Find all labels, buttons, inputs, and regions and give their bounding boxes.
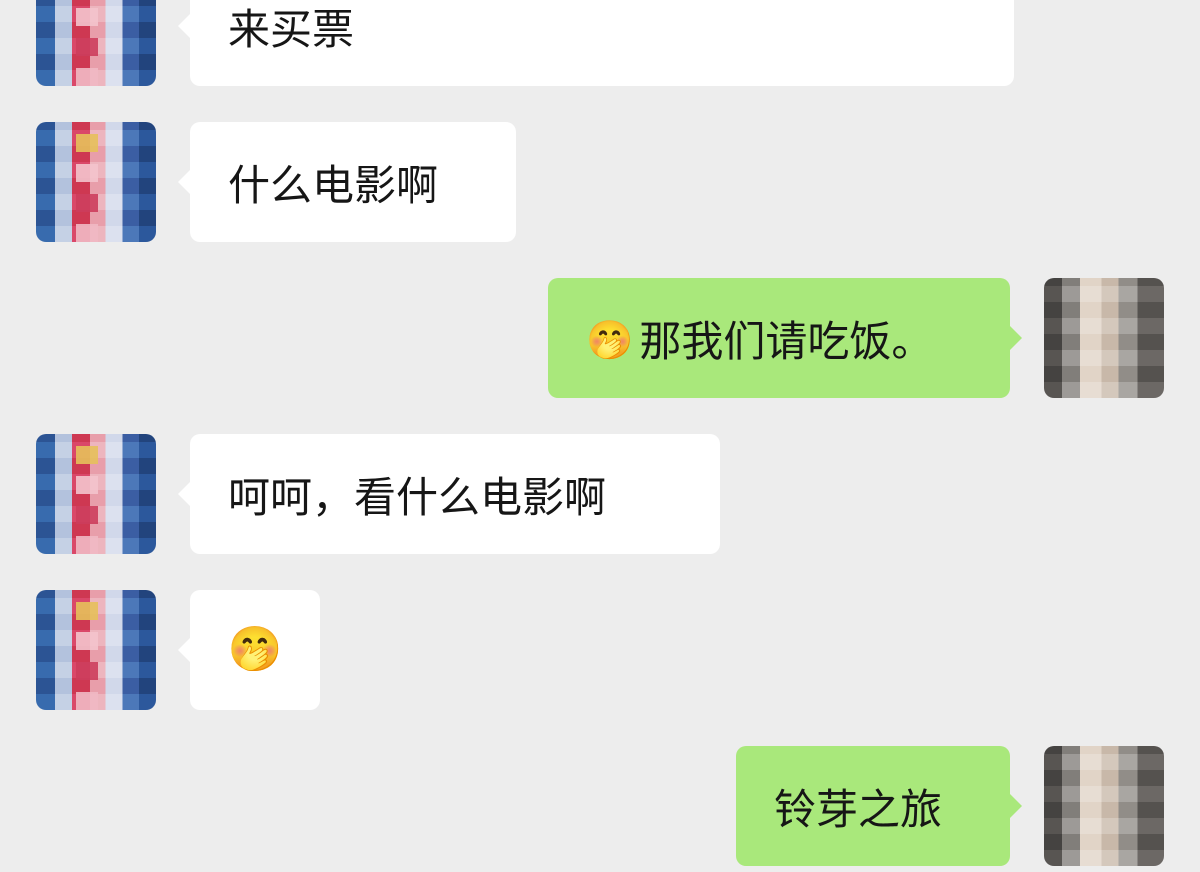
avatar-image xyxy=(1044,746,1164,866)
avatar[interactable] xyxy=(36,434,156,554)
message-bubble[interactable]: 🤭 那我们请吃饭。 xyxy=(548,278,1022,398)
avatar-image xyxy=(36,434,156,554)
avatar[interactable] xyxy=(36,590,156,710)
message-bubble[interactable]: 什么电影啊 xyxy=(178,122,516,242)
avatar[interactable] xyxy=(1044,746,1164,866)
message-text: 什么电影啊 xyxy=(228,160,439,210)
avatar[interactable] xyxy=(36,122,156,242)
message-bubble[interactable]: 来买票 xyxy=(178,0,1014,86)
message-bubble[interactable]: 呵呵，看什么电影啊 xyxy=(178,434,720,554)
message-text: 呵呵，看什么电影啊 xyxy=(228,472,607,522)
avatar-image xyxy=(36,590,156,710)
message-text: 来买票 xyxy=(228,4,355,54)
avatar-image xyxy=(36,122,156,242)
avatar-image xyxy=(36,0,156,86)
hand-over-mouth-emoji-icon: 🤭 xyxy=(227,624,283,675)
avatar[interactable] xyxy=(36,0,156,86)
message-bubble[interactable]: 铃芽之旅 xyxy=(736,746,1022,866)
message-text: 那我们请吃饭。 xyxy=(639,316,934,366)
avatar[interactable] xyxy=(1044,278,1164,398)
message-bubble[interactable]: 🤭 xyxy=(178,590,320,710)
message-text: 铃芽之旅 xyxy=(774,784,943,834)
avatar-image xyxy=(1044,278,1164,398)
hand-over-mouth-emoji-icon: 🤭 xyxy=(586,318,634,362)
